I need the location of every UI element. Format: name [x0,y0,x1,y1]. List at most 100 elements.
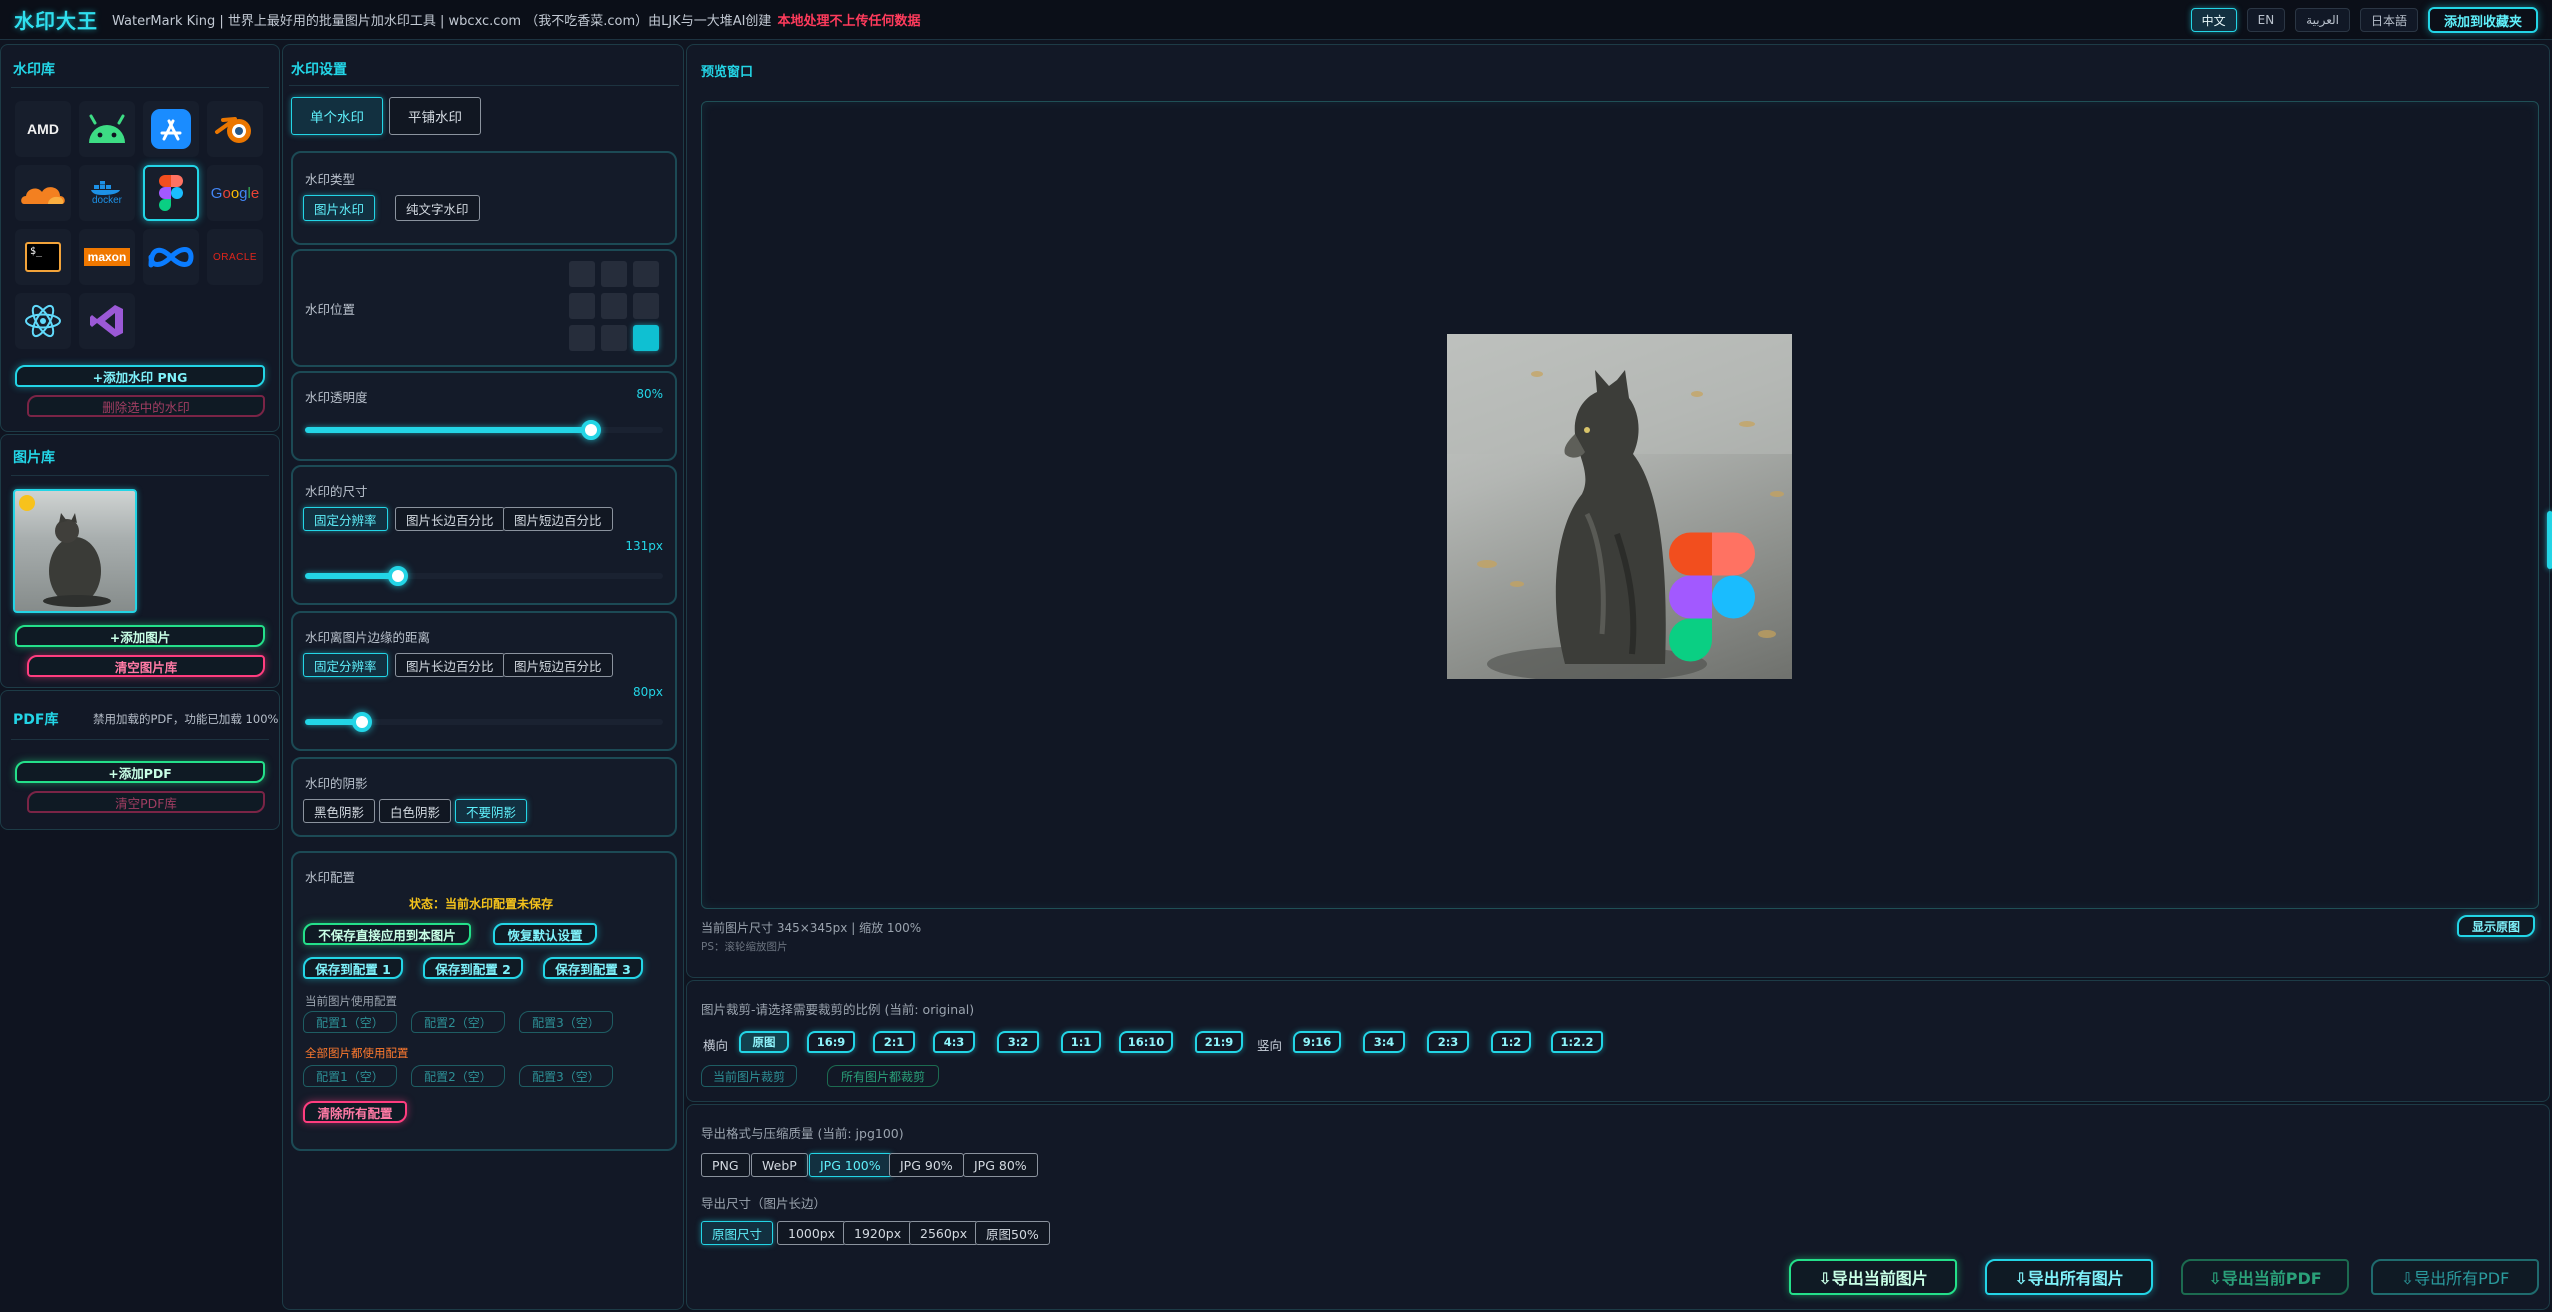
format-jpg-100[interactable]: JPG 100% [809,1153,892,1177]
opacity-slider-thumb[interactable] [581,420,602,440]
logo-visual-studio[interactable] [79,293,135,349]
format-jpg-80[interactable]: JPG 80% [963,1153,1038,1177]
logo-app-store[interactable] [143,101,199,157]
position-middle-left[interactable] [569,293,595,319]
logo-meta[interactable] [143,229,199,285]
crop-3-2[interactable]: 3:2 [997,1031,1039,1053]
margin-slider-thumb[interactable] [352,712,373,732]
crop-2-3[interactable]: 2:3 [1427,1031,1469,1053]
option-text-watermark[interactable]: 纯文字水印 [395,195,480,221]
add-image-button[interactable]: +添加图片 [15,625,265,647]
crop-1-1[interactable]: 1:1 [1061,1031,1101,1053]
save-config-2-button[interactable]: 保存到配置 2 [423,957,523,979]
size-slider[interactable] [305,566,663,586]
logo-react[interactable] [15,293,71,349]
current-config-slot-1[interactable]: 配置1（空） [303,1011,397,1033]
crop-21-9[interactable]: 21:9 [1195,1031,1243,1053]
delete-watermark-button[interactable]: 删除选中的水印 [27,395,265,417]
position-bottom-left[interactable] [569,325,595,351]
scroll-handle[interactable] [2547,511,2552,569]
add-pdf-button[interactable]: +添加PDF [15,761,265,783]
margin-fixed-resolution[interactable]: 固定分辨率 [303,653,388,677]
crop-current-button[interactable]: 当前图片裁剪 [701,1065,797,1087]
clear-all-configs-button[interactable]: 清除所有配置 [303,1101,407,1123]
crop-original[interactable]: 原图 [739,1031,789,1053]
export-current-image-button[interactable]: ⇩导出当前图片 [1789,1259,1957,1295]
reset-default-button[interactable]: 恢复默认设置 [493,923,597,945]
size-short-edge-percent[interactable]: 图片短边百分比 [503,507,613,531]
position-bottom-right[interactable] [633,325,659,351]
size-slider-thumb[interactable] [388,566,409,586]
save-config-3-button[interactable]: 保存到配置 3 [543,957,643,979]
size-2560px[interactable]: 2560px [909,1221,979,1245]
logo-oracle[interactable]: ORACLE [207,229,263,285]
lang-zh-button[interactable]: 中文 [2190,8,2237,32]
current-config-slot-2[interactable]: 配置2（空） [411,1011,505,1033]
add-favorite-button[interactable]: 添加到收藏夹 [2427,7,2538,33]
blender-icon [215,117,251,143]
size-long-edge-percent[interactable]: 图片长边百分比 [395,507,505,531]
lang-en-button[interactable]: EN [2246,8,2286,32]
margin-short-edge-percent[interactable]: 图片短边百分比 [503,653,613,677]
save-config-1-button[interactable]: 保存到配置 1 [303,957,403,979]
export-all-images-button[interactable]: ⇩导出所有图片 [1985,1259,2153,1295]
terminal-icon: $_ [25,242,61,272]
apply-without-save-button[interactable]: 不保存直接应用到本图片 [303,923,471,945]
all-config-slot-3[interactable]: 配置3（空） [519,1065,613,1087]
shadow-none[interactable]: 不要阴影 [455,799,528,823]
logo-terminal[interactable]: $_ [15,229,71,285]
tab-tiled-watermark[interactable]: 平铺水印 [389,97,481,135]
crop-16-9[interactable]: 16:9 [807,1031,855,1053]
position-top-right[interactable] [633,261,659,287]
logo-docker[interactable]: docker [79,165,135,221]
show-original-button[interactable]: 显示原图 [2457,915,2535,937]
crop-9-16[interactable]: 9:16 [1293,1031,1341,1053]
size-original[interactable]: 原图尺寸 [701,1221,774,1245]
logo-maxon[interactable]: maxon [79,229,135,285]
crop-2-1[interactable]: 2:1 [873,1031,915,1053]
format-jpg-90[interactable]: JPG 90% [889,1153,964,1177]
preview-canvas[interactable] [701,101,2539,909]
crop-all-button[interactable]: 所有图片都裁剪 [827,1065,939,1087]
crop-3-4[interactable]: 3:4 [1363,1031,1405,1053]
crop-16-10[interactable]: 16:10 [1119,1031,1173,1053]
export-all-pdf-button[interactable]: ⇩导出所有PDF [2371,1259,2539,1295]
logo-android[interactable] [79,101,135,157]
export-current-pdf-button[interactable]: ⇩导出当前PDF [2181,1259,2349,1295]
format-webp[interactable]: WebP [751,1153,808,1177]
add-watermark-button[interactable]: +添加水印 PNG [15,365,265,387]
position-middle-right[interactable] [633,293,659,319]
logo-amd[interactable]: AMD [15,101,71,157]
margin-long-edge-percent[interactable]: 图片长边百分比 [395,653,505,677]
logo-figma[interactable] [143,165,199,221]
lang-ar-button[interactable]: العربية [2295,8,2350,32]
tab-single-watermark[interactable]: 单个水印 [291,97,383,135]
position-top-left[interactable] [569,261,595,287]
logo-cloudflare[interactable] [15,165,71,221]
crop-1-2[interactable]: 1:2 [1491,1031,1531,1053]
clear-pdf-library-button[interactable]: 清空PDF库 [27,791,265,813]
current-config-slot-3[interactable]: 配置3（空） [519,1011,613,1033]
all-config-slot-1[interactable]: 配置1（空） [303,1065,397,1087]
position-center[interactable] [601,293,627,319]
size-50-percent[interactable]: 原图50% [975,1221,1050,1245]
margin-slider[interactable] [305,712,663,732]
shadow-black[interactable]: 黑色阴影 [303,799,376,823]
option-image-watermark[interactable]: 图片水印 [303,195,376,221]
crop-1-2-2[interactable]: 1:2.2 [1551,1031,1603,1053]
size-1920px[interactable]: 1920px [843,1221,913,1245]
size-1000px[interactable]: 1000px [777,1221,847,1245]
position-top-center[interactable] [601,261,627,287]
opacity-slider[interactable] [305,420,663,440]
logo-google[interactable]: Google [207,165,263,221]
position-bottom-center[interactable] [601,325,627,351]
shadow-white[interactable]: 白色阴影 [379,799,452,823]
lang-ja-button[interactable]: 日本語 [2359,8,2418,32]
image-thumbnail[interactable] [13,489,137,613]
logo-blender[interactable] [207,101,263,157]
clear-image-library-button[interactable]: 清空图片库 [27,655,265,677]
crop-4-3[interactable]: 4:3 [933,1031,975,1053]
all-config-slot-2[interactable]: 配置2（空） [411,1065,505,1087]
size-fixed-resolution[interactable]: 固定分辨率 [303,507,388,531]
format-png[interactable]: PNG [701,1153,750,1177]
